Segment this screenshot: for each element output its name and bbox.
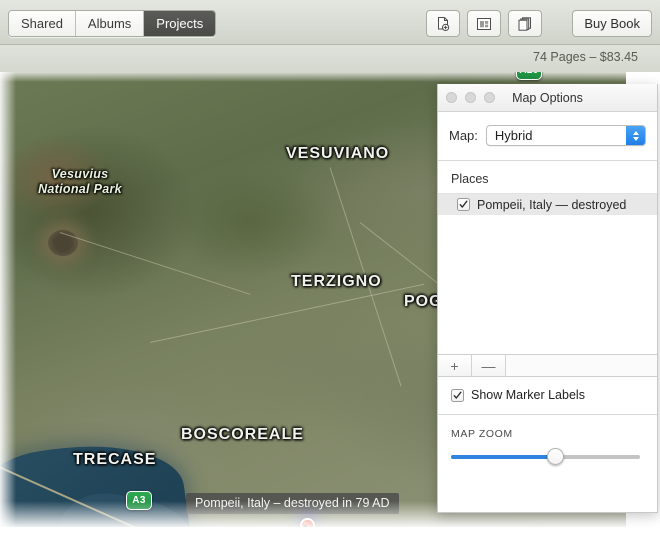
map-zoom-slider-fill (451, 455, 555, 459)
map-zoom-slider-thumb[interactable] (546, 448, 564, 465)
minimize-button[interactable] (465, 92, 476, 103)
toolbar-icon-buttons (426, 10, 542, 37)
buy-book-button[interactable]: Buy Book (572, 10, 652, 37)
tab-shared[interactable]: Shared (9, 11, 76, 36)
show-marker-labels-checkbox[interactable] (451, 388, 464, 402)
photos-book-project-window: VESUVIANO TERZIGNO POG BOSCOREALE TRECAS… (0, 0, 660, 538)
panel-titlebar[interactable]: Map Options (438, 84, 657, 112)
map-type-row: Map: Hybrid (438, 112, 657, 161)
map-zoom-section: MAP ZOOM (438, 415, 657, 465)
tab-projects[interactable]: Projects (144, 11, 216, 36)
remove-place-button[interactable]: — (472, 355, 506, 376)
place-label: Pompeii, Italy — destroyed (477, 197, 627, 212)
places-list[interactable]: Pompeii, Italy — destroyed (438, 193, 657, 354)
book-pages-button[interactable] (508, 10, 542, 37)
main-toolbar: Shared Albums Projects Buy Book (0, 0, 660, 45)
add-page-icon (438, 16, 450, 31)
tab-albums[interactable]: Albums (75, 11, 145, 36)
page-layout-icon (477, 17, 491, 30)
addrm-spacer (506, 355, 657, 376)
add-page-button[interactable] (426, 10, 460, 37)
map-type-label: Map: (449, 128, 478, 143)
map-zoom-slider[interactable] (451, 448, 640, 465)
window-traffic-lights (446, 92, 495, 103)
show-marker-labels-row[interactable]: Show Marker Labels (438, 377, 657, 415)
chevron-down-icon (632, 136, 639, 141)
checkmark-icon (459, 200, 468, 208)
show-marker-labels-label: Show Marker Labels (471, 388, 585, 402)
pages-price-label: 74 Pages – $83.45 (533, 50, 638, 64)
places-header: Places (451, 172, 489, 186)
page-layout-button[interactable] (467, 10, 501, 37)
map-type-select[interactable]: Hybrid (485, 125, 646, 146)
panel-title: Map Options (512, 90, 583, 105)
map-left-fade (0, 72, 16, 527)
project-subheader: 74 Pages – $83.45 (0, 45, 660, 72)
map-type-value: Hybrid (494, 128, 533, 143)
book-pages-icon (518, 16, 531, 31)
places-add-remove-bar: + — (438, 354, 657, 377)
chevron-up-icon (632, 130, 639, 135)
map-type-stepper[interactable] (626, 126, 645, 145)
map-options-panel: Map Options Map: Hybrid Places Pompeii, … (437, 84, 658, 513)
map-zoom-title: MAP ZOOM (451, 428, 513, 440)
place-checkbox[interactable] (457, 198, 470, 211)
zoom-button[interactable] (484, 92, 495, 103)
place-list-item[interactable]: Pompeii, Italy — destroyed (438, 194, 657, 215)
library-segmented-control[interactable]: Shared Albums Projects (8, 10, 217, 37)
close-button[interactable] (446, 92, 457, 103)
add-place-button[interactable]: + (438, 355, 472, 376)
checkmark-icon (453, 390, 462, 399)
